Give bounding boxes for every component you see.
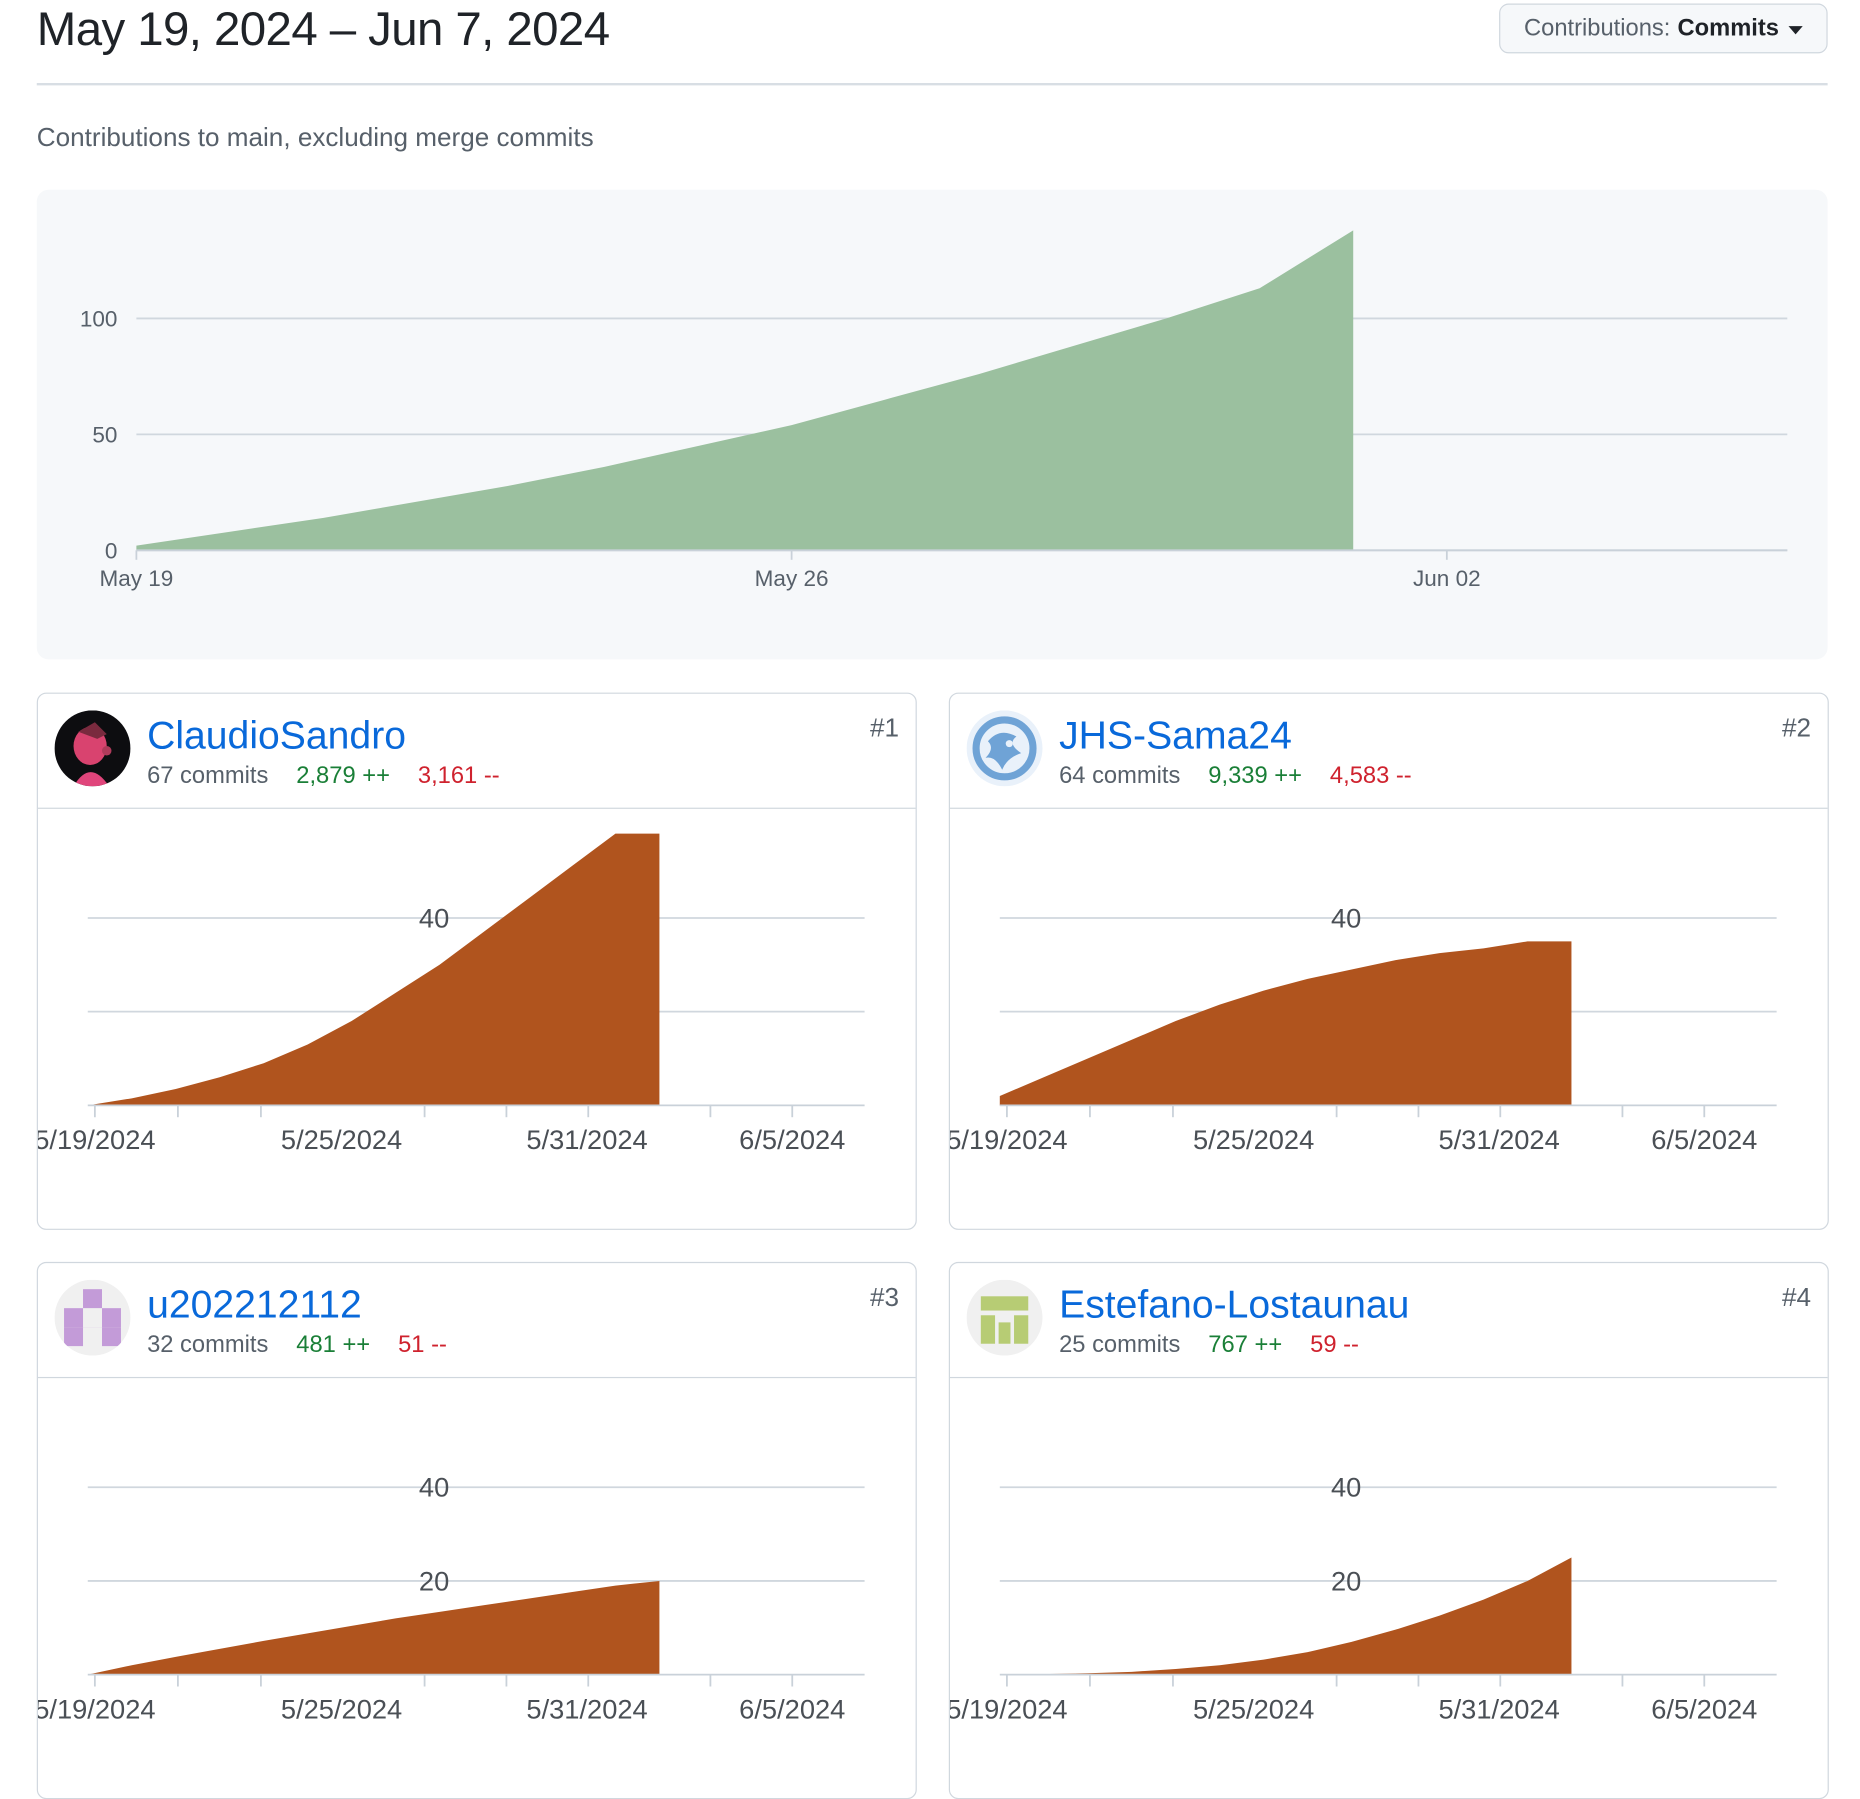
contributions-type-dropdown[interactable]: Contributions: Commits bbox=[1499, 3, 1828, 54]
contributor-rank: #3 bbox=[869, 1282, 899, 1312]
contributor-chart-svg: 40 5/19/2024 5/25/2024 5/31/2024 6/5/2024 bbox=[38, 833, 865, 1155]
commits-area bbox=[136, 230, 1354, 551]
y-tick-label: 20 bbox=[1331, 1565, 1361, 1596]
contributor-stats: 32 commits 481 ++ 51 -- bbox=[147, 1332, 447, 1359]
contributor-header: ClaudioSandro 67 commits 2,879 ++ 3,161 … bbox=[37, 694, 916, 809]
contributor-chart-svg: 20 40 5/19/2024 5/25/2024 5/31/2024 6/5/2024 bbox=[950, 1472, 1777, 1725]
contributor-name-link[interactable]: u202212112 bbox=[147, 1282, 362, 1327]
y-tick-label: 20 bbox=[419, 1565, 449, 1596]
contributor-card: ClaudioSandro 67 commits 2,879 ++ 3,161 … bbox=[36, 692, 917, 1230]
contributor-stats: 67 commits 2,879 ++ 3,161 -- bbox=[147, 763, 500, 790]
chart-subtitle: Contributions to main, excluding merge c… bbox=[36, 122, 594, 152]
x-tick-label: 5/19/2024 bbox=[950, 1694, 1068, 1725]
contributor-stats: 25 commits 767 ++ 59 -- bbox=[1059, 1332, 1359, 1359]
dropdown-value: Commits bbox=[1677, 14, 1779, 41]
deletions-count: 59 -- bbox=[1310, 1331, 1359, 1358]
contributor-card: u202212112 32 commits 481 ++ 51 -- #3 20… bbox=[36, 1261, 917, 1799]
y-tick-label: 40 bbox=[419, 1472, 449, 1503]
x-tick-label: 6/5/2024 bbox=[739, 1694, 845, 1725]
commits-area bbox=[87, 833, 660, 1106]
portrait-avatar-icon[interactable] bbox=[54, 710, 131, 787]
x-tick-label: 5/31/2024 bbox=[526, 1694, 647, 1725]
y-tick-label: 100 bbox=[80, 307, 118, 332]
deletions-count: 4,583 -- bbox=[1329, 762, 1412, 789]
date-range-title: May 19, 2024 – Jun 7, 2024 bbox=[36, 3, 610, 56]
page-header: May 19, 2024 – Jun 7, 2024 Contributions… bbox=[36, 0, 1828, 86]
x-tick-label: 5/19/2024 bbox=[950, 1124, 1068, 1155]
x-tick-label: Jun 02 bbox=[1413, 566, 1481, 591]
x-tick-label: 5/31/2024 bbox=[1438, 1124, 1559, 1155]
contributor-name-link[interactable]: JHS-Sama24 bbox=[1059, 713, 1292, 758]
x-tick-label: 5/25/2024 bbox=[1193, 1124, 1314, 1155]
overall-contributions-chart: 0 50 100 May 19 May 26 Jun 02 bbox=[36, 189, 1828, 660]
contributor-chart: 20 40 5/19/2024 5/25/2024 5/31/2024 6/5/2024 bbox=[950, 1378, 1828, 1798]
commits-area bbox=[999, 1557, 1572, 1675]
additions-count: 9,339 ++ bbox=[1208, 762, 1302, 789]
commits-area bbox=[999, 941, 1572, 1106]
x-tick-label: 6/5/2024 bbox=[739, 1124, 845, 1155]
dropdown-label: Contributions: bbox=[1524, 14, 1671, 41]
identicon-avatar-icon[interactable] bbox=[966, 1279, 1043, 1356]
contributor-rank: #2 bbox=[1781, 712, 1812, 743]
x-tick-label: 6/5/2024 bbox=[1651, 1124, 1757, 1155]
contributor-header: JHS-Sama24 64 commits 9,339 ++ 4,583 -- … bbox=[949, 694, 1828, 809]
contributor-rank: #1 bbox=[869, 712, 899, 743]
contributor-chart: 20 40 5/19/2024 5/25/2024 5/31/2024 6/5/2024 bbox=[38, 1378, 916, 1798]
contributor-name-link[interactable]: Estefano-Lostaunau bbox=[1059, 1282, 1409, 1327]
contributor-rank: #4 bbox=[1781, 1282, 1812, 1312]
additions-count: 2,879 ++ bbox=[296, 762, 390, 789]
contributor-chart-svg: 20 40 5/19/2024 5/25/2024 5/31/2024 6/5/2024 bbox=[38, 1472, 865, 1725]
x-tick-label: 5/31/2024 bbox=[1438, 1694, 1559, 1725]
x-tick-label: 5/25/2024 bbox=[281, 1124, 402, 1155]
deletions-count: 3,161 -- bbox=[417, 762, 500, 789]
commits-area bbox=[87, 1580, 660, 1675]
additions-count: 767 ++ bbox=[1208, 1331, 1283, 1358]
x-tick-label: 5/31/2024 bbox=[526, 1124, 647, 1155]
contributor-chart: 40 5/19/2024 5/25/2024 5/31/2024 6/5/2024 bbox=[950, 809, 1828, 1229]
contributor-stats: 64 commits 9,339 ++ 4,583 -- bbox=[1059, 763, 1412, 790]
dragon-avatar-icon[interactable] bbox=[966, 710, 1043, 787]
contributor-header: Estefano-Lostaunau 25 commits 767 ++ 59 … bbox=[949, 1263, 1828, 1379]
x-tick-label: May 19 bbox=[99, 566, 173, 591]
contributor-name-link[interactable]: ClaudioSandro bbox=[147, 713, 406, 758]
x-tick-label: May 26 bbox=[755, 566, 829, 591]
x-tick-label: 5/19/2024 bbox=[38, 1694, 156, 1725]
contributor-header: u202212112 32 commits 481 ++ 51 -- #3 bbox=[37, 1263, 916, 1379]
additions-count: 481 ++ bbox=[296, 1331, 371, 1358]
contributor-chart-svg: 40 5/19/2024 5/25/2024 5/31/2024 6/5/2024 bbox=[950, 902, 1777, 1155]
y-tick-label: 40 bbox=[1331, 1472, 1361, 1503]
contributor-card: JHS-Sama24 64 commits 9,339 ++ 4,583 -- … bbox=[948, 692, 1829, 1230]
x-tick-label: 5/25/2024 bbox=[281, 1694, 402, 1725]
contributor-chart: 40 5/19/2024 5/25/2024 5/31/2024 6/5/2024 bbox=[38, 809, 916, 1229]
commit-count: 64 commits bbox=[1059, 762, 1181, 789]
commit-count: 67 commits bbox=[147, 762, 269, 789]
y-tick-label: 50 bbox=[92, 423, 117, 448]
y-tick-label: 40 bbox=[1331, 902, 1361, 933]
overall-chart-svg: 0 50 100 May 19 May 26 Jun 02 bbox=[80, 230, 1788, 591]
deletions-count: 51 -- bbox=[398, 1331, 447, 1358]
y-tick-label: 40 bbox=[419, 902, 449, 933]
caret-down-icon bbox=[1788, 25, 1803, 34]
commit-count: 32 commits bbox=[147, 1331, 269, 1358]
commit-count: 25 commits bbox=[1059, 1331, 1181, 1358]
x-tick-label: 6/5/2024 bbox=[1651, 1694, 1757, 1725]
contributor-card: Estefano-Lostaunau 25 commits 767 ++ 59 … bbox=[948, 1261, 1829, 1799]
x-tick-label: 5/25/2024 bbox=[1193, 1694, 1314, 1725]
x-tick-label: 5/19/2024 bbox=[38, 1124, 156, 1155]
identicon-avatar-icon[interactable] bbox=[54, 1279, 131, 1356]
y-tick-label: 0 bbox=[105, 539, 118, 564]
